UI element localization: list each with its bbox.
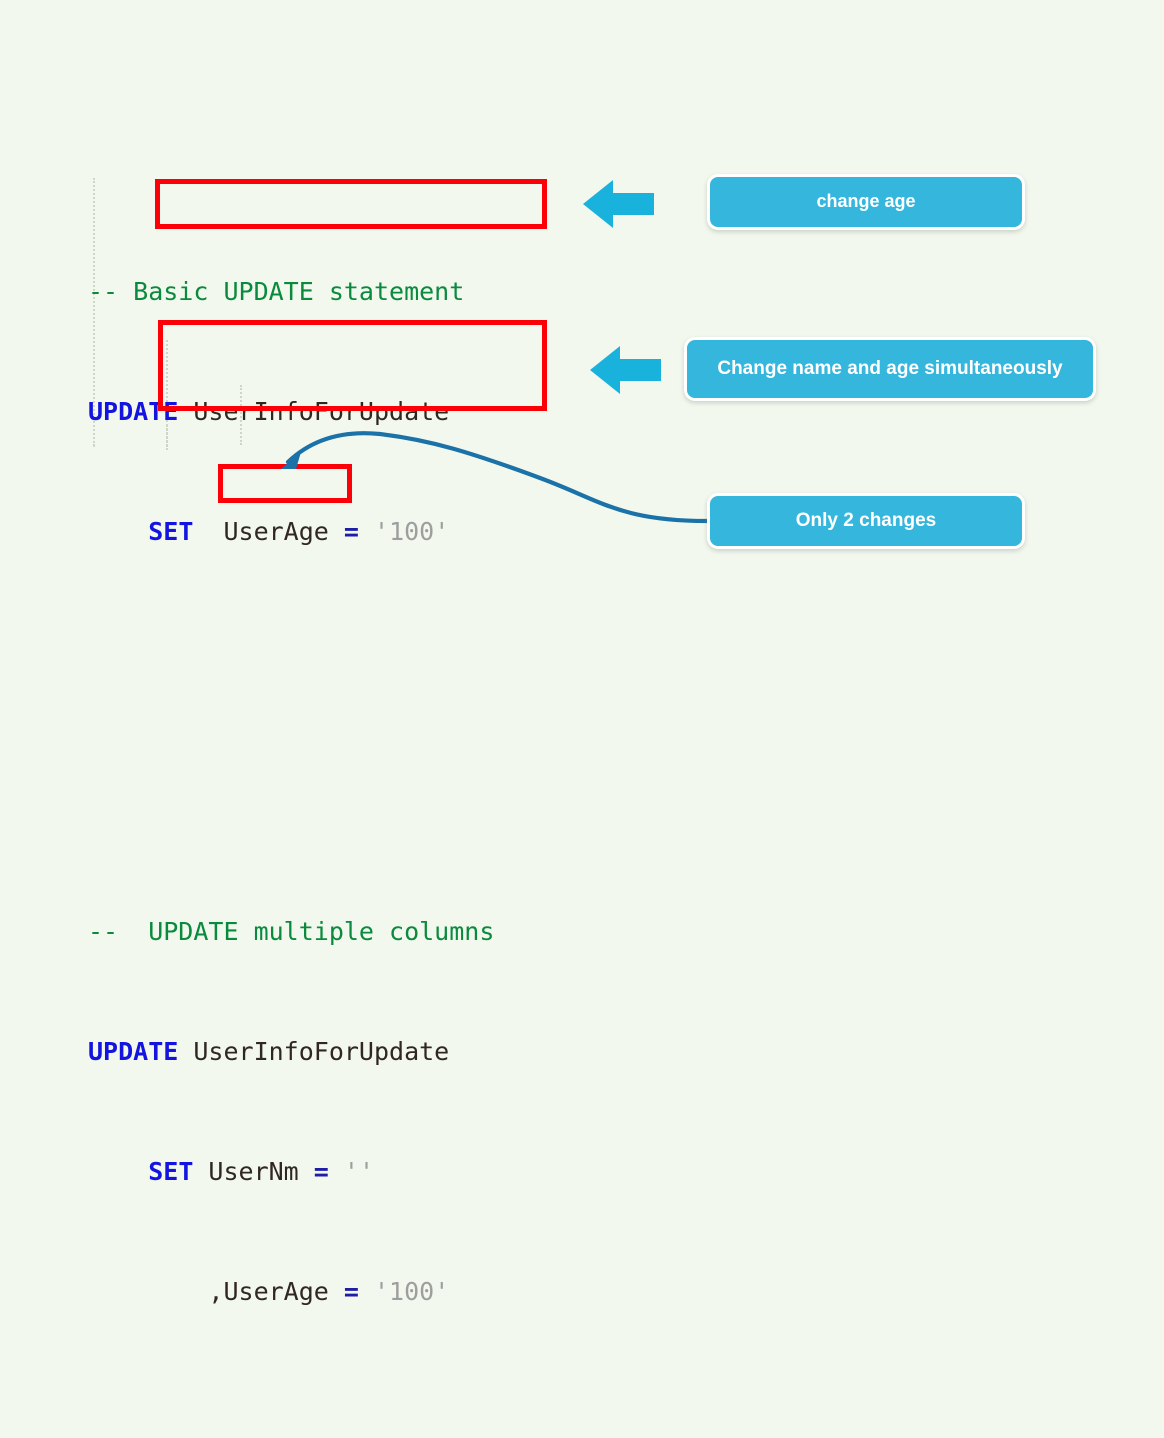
code-line: SET UserNm = '': [88, 1152, 728, 1192]
callout-only-2-changes[interactable]: Only 2 changes: [707, 493, 1025, 549]
callout-label: Only 2 changes: [795, 509, 937, 531]
code-token: -- Basic UPDATE statement: [88, 277, 465, 306]
code-token: =: [343, 517, 359, 546]
sql-code-listing: -- Basic UPDATE statement UPDATE UserInf…: [88, 112, 728, 1438]
code-token: UserAge: [193, 517, 344, 546]
code-block-update-multiple-columns: -- UPDATE multiple columns UPDATE UserIn…: [88, 832, 728, 1392]
highlight-top-2: [218, 464, 352, 503]
slide-canvas: -- Basic UPDATE statement UPDATE UserInf…: [0, 0, 1164, 1306]
code-line: ,UserAge = '100': [88, 1272, 728, 1312]
code-token: =: [313, 1157, 329, 1186]
callout-change-age[interactable]: change age: [707, 174, 1025, 230]
code-line: -- Basic UPDATE statement: [88, 272, 728, 312]
code-line: SET UserAge = '100': [88, 512, 728, 552]
highlight-set-userage: [155, 179, 547, 229]
code-spacer: [88, 712, 728, 752]
arrow-to-set-multiple-columns: [590, 346, 661, 394]
code-token: ,UserAge: [88, 1277, 344, 1306]
code-token: UserInfoForUpdate: [178, 1037, 450, 1066]
callout-label: Change name and age simultaneously: [717, 357, 1063, 379]
code-token: =: [343, 1277, 359, 1306]
code-token: '': [343, 1157, 375, 1186]
highlight-set-multiple-columns: [158, 320, 547, 411]
callout-label: change age: [816, 191, 916, 212]
code-block-basic-update: -- Basic UPDATE statement UPDATE UserInf…: [88, 192, 728, 632]
code-token: UserNm: [193, 1157, 314, 1186]
code-line: -- UPDATE multiple columns: [88, 912, 728, 952]
code-token: -- UPDATE multiple columns: [88, 917, 495, 946]
arrow-to-set-userage: [583, 180, 654, 228]
callout-change-name-and-age[interactable]: Change name and age simultaneously: [684, 337, 1096, 401]
code-token: SET: [148, 1157, 194, 1186]
code-token: '100': [374, 1277, 450, 1306]
code-token: '100': [374, 517, 450, 546]
code-token: SET: [148, 517, 194, 546]
code-token: UPDATE: [88, 1037, 179, 1066]
code-line: UPDATE UserInfoForUpdate: [88, 1032, 728, 1072]
